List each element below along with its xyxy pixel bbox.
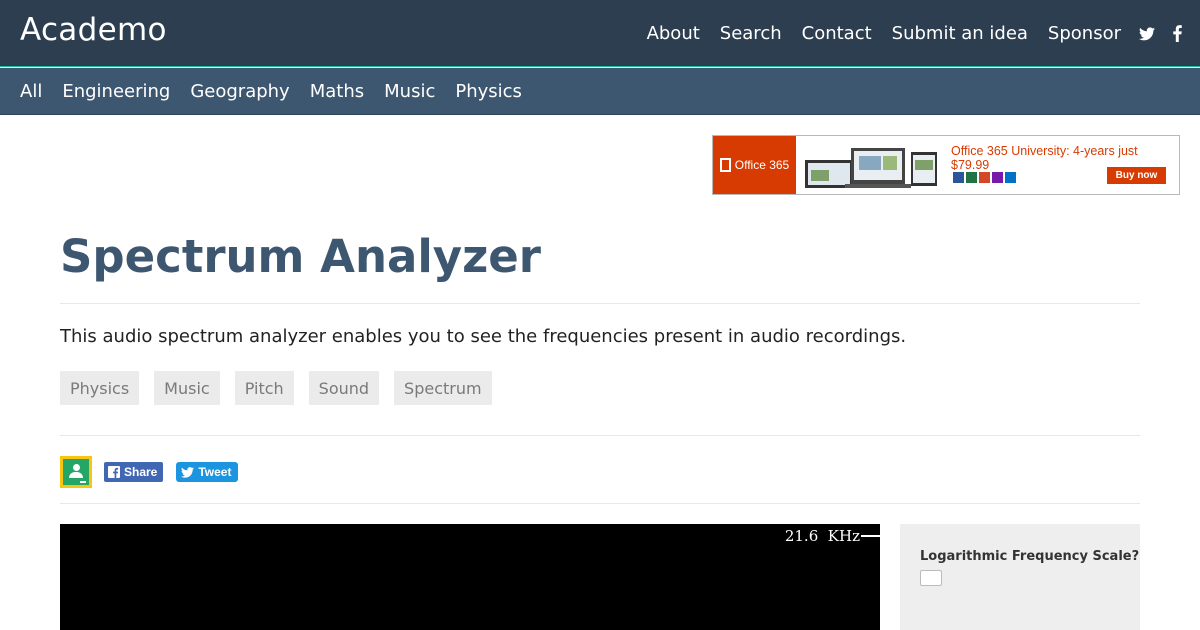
powerpoint-icon (979, 172, 990, 183)
page-title: Spectrum Analyzer (60, 230, 542, 283)
frequency-unit: KHz (827, 527, 860, 545)
frequency-value: 21.6 (784, 527, 819, 545)
tag-pitch[interactable]: Pitch (234, 371, 294, 405)
ad-devices-illustration (805, 148, 937, 188)
divider (60, 303, 1140, 304)
top-navbar: Academo About Search Contact Submit an i… (0, 0, 1200, 67)
tag-spectrum[interactable]: Spectrum (394, 371, 492, 405)
ad-brand-panel: Office 365 (713, 136, 796, 194)
spectrum-canvas[interactable]: 21.6 KHz (60, 524, 880, 630)
twitter-icon (181, 466, 195, 478)
google-classroom-icon[interactable] (60, 456, 92, 488)
nav-about[interactable]: About (647, 23, 700, 44)
facebook-share-button[interactable]: Share (104, 462, 164, 482)
excel-icon (966, 172, 977, 183)
office-apps-icons (953, 172, 1018, 183)
nav-search[interactable]: Search (720, 23, 782, 44)
divider (60, 435, 1140, 436)
onenote-icon (992, 172, 1003, 183)
office-logo-icon (719, 158, 731, 172)
nav-submit-idea[interactable]: Submit an idea (892, 23, 1028, 44)
category-music[interactable]: Music (384, 81, 435, 102)
category-maths[interactable]: Maths (310, 81, 364, 102)
facebook-icon (108, 466, 120, 478)
category-geography[interactable]: Geography (190, 81, 289, 102)
log-scale-checkbox[interactable] (920, 570, 942, 586)
category-bar: All Engineering Geography Maths Music Ph… (0, 68, 1200, 115)
category-physics[interactable]: Physics (455, 81, 522, 102)
brand-logo[interactable]: Academo (20, 12, 167, 48)
nav-sponsor[interactable]: Sponsor (1048, 23, 1121, 44)
tag-sound[interactable]: Sound (308, 371, 380, 405)
ad-buy-now-button[interactable]: Buy now (1107, 167, 1166, 184)
category-all[interactable]: All (20, 81, 42, 102)
twitter-tweet-label: Tweet (198, 465, 232, 479)
office365-ad-banner[interactable]: Office 365 Office 365 University: 4-year… (712, 135, 1180, 195)
frequency-marker-line (861, 535, 880, 537)
category-engineering[interactable]: Engineering (62, 81, 170, 102)
word-icon (953, 172, 964, 183)
tag-music[interactable]: Music (154, 371, 220, 405)
main-nav: About Search Contact Submit an idea Spon… (627, 0, 1182, 67)
outlook-icon (1005, 172, 1016, 183)
frequency-readout: 21.6 KHz (785, 527, 860, 545)
facebook-share-label: Share (124, 465, 158, 479)
log-scale-label: Logarithmic Frequency Scale? (920, 549, 1140, 564)
page-description: This audio spectrum analyzer enables you… (60, 326, 907, 347)
divider (60, 503, 1140, 504)
share-bar: Share Tweet (60, 456, 239, 488)
nav-contact[interactable]: Contact (802, 23, 872, 44)
twitter-icon[interactable] (1139, 26, 1155, 41)
ad-brand-label: Office 365 (734, 158, 790, 172)
twitter-tweet-button[interactable]: Tweet (176, 462, 239, 482)
tag-physics[interactable]: Physics (60, 371, 140, 405)
facebook-icon[interactable] (1173, 25, 1182, 42)
controls-panel: Logarithmic Frequency Scale? (900, 524, 1140, 630)
tag-list: Physics Music Pitch Sound Spectrum (60, 371, 507, 405)
